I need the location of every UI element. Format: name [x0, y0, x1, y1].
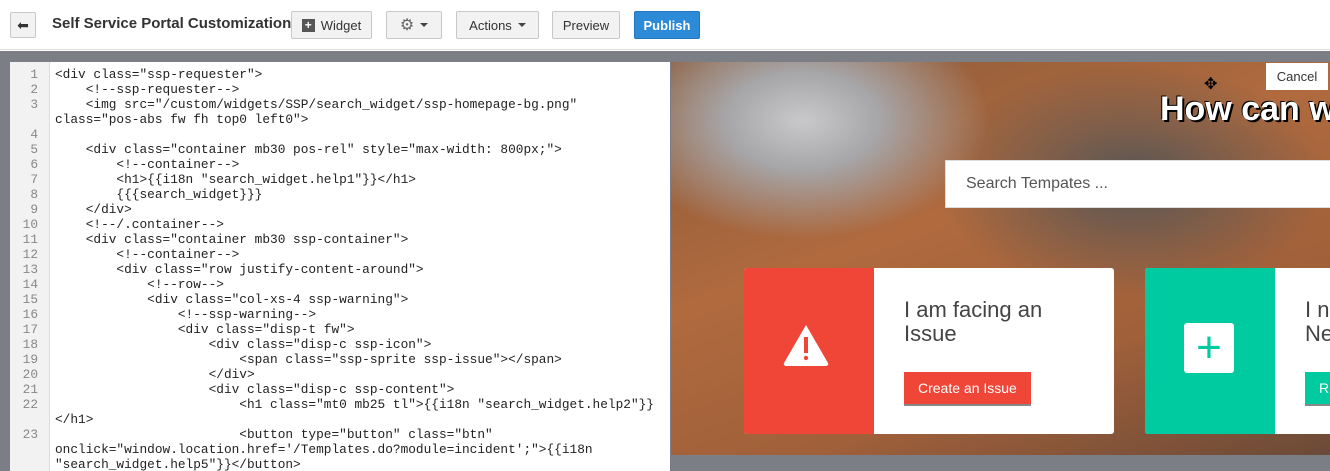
preview-button[interactable]: Preview	[552, 11, 620, 39]
code-text: <!--container-->	[55, 157, 240, 172]
settings-dropdown[interactable]: ⚙	[386, 11, 442, 39]
line-number: 4	[30, 127, 38, 142]
code-text: <!--row-->	[55, 277, 224, 292]
request-card: + I n Ne R	[1145, 268, 1330, 434]
code-text: <div class="container mb30 ssp-container…	[55, 232, 409, 247]
line-number: 6	[30, 157, 38, 172]
line-number: 17	[22, 322, 38, 337]
line-number: 18	[22, 337, 38, 352]
line-number: 1	[30, 67, 38, 82]
chevron-down-icon	[517, 23, 526, 27]
code-text: {{{search_widget}}}	[55, 187, 263, 202]
code-text: <!--container-->	[55, 247, 240, 262]
code-text: <h1>{{i18n "search_widget.help1"}}</h1>	[55, 172, 416, 187]
issue-card: I am facing an Issue Create an Issue	[744, 268, 1114, 434]
line-number: 9	[30, 202, 38, 217]
line-number: 10	[22, 217, 38, 232]
actions-label: Actions	[469, 17, 512, 33]
gear-icon: ⚙	[399, 17, 415, 34]
request-card-title: I n Ne	[1305, 297, 1330, 346]
code-text: <div class="disp-c ssp-icon">	[55, 337, 432, 352]
code-text: <h1 class="mt0 mb25 tl">{{i18n "search_w…	[55, 397, 654, 412]
line-number: 5	[30, 142, 38, 157]
line-number: 7	[30, 172, 38, 187]
issue-card-title: I am facing an Issue	[904, 297, 1043, 346]
publish-button[interactable]: Publish	[634, 11, 700, 39]
code-text: <button type="button" class="btn"	[55, 427, 493, 442]
chevron-down-icon	[420, 23, 429, 27]
code-text: <div class="col-xs-4 ssp-warning">	[55, 292, 409, 307]
line-number: 22	[22, 397, 38, 412]
line-number: 23	[22, 427, 38, 442]
issue-card-icon-panel	[744, 268, 874, 434]
request-card-icon-panel: +	[1145, 268, 1275, 434]
line-number: 12	[22, 247, 38, 262]
line-number: 11	[22, 232, 38, 247]
code-text: "search_widget.help5"}}</button>	[55, 457, 301, 471]
code-text: <!--ssp-requester-->	[55, 82, 240, 97]
line-number: 21	[22, 382, 38, 397]
search-templates-input[interactable]: Search Tempates ...	[945, 160, 1330, 208]
line-number: 14	[22, 277, 38, 292]
code-text: <div class="ssp-requester">	[55, 67, 263, 82]
cancel-button[interactable]: Cancel	[1266, 63, 1328, 90]
request-button[interactable]: R	[1305, 372, 1330, 404]
code-editor[interactable]: 1 <div class="ssp-requester"> 2 <!--ssp-re…	[10, 62, 670, 471]
plus-icon: +	[1184, 323, 1234, 373]
widget-label: Widget	[320, 17, 362, 33]
code-text: </div>	[55, 367, 255, 382]
preview-heading: How can we	[1160, 90, 1330, 128]
plus-square-icon: +	[301, 18, 315, 32]
line-number: 19	[22, 352, 38, 367]
code-text: <span class="ssp-sprite ssp-issue"></spa…	[55, 352, 562, 367]
toolbar: ⬅ Self Service Portal Customization + Wi…	[0, 0, 1330, 50]
code-text: <div class="disp-c ssp-content">	[55, 382, 455, 397]
add-widget-button[interactable]: + Widget	[291, 11, 372, 39]
create-issue-button[interactable]: Create an Issue	[904, 372, 1031, 404]
code-text: <!--ssp-warning-->	[55, 307, 317, 322]
actions-dropdown[interactable]: Actions	[456, 11, 539, 39]
back-button[interactable]: ⬅	[10, 12, 36, 38]
code-text: onclick="window.location.href='/Template…	[55, 442, 593, 457]
line-number: 15	[22, 292, 38, 307]
code-text: <div class="container mb30 pos-rel" styl…	[55, 142, 562, 157]
code-text: <div class="row justify-content-around">	[55, 262, 424, 277]
line-number: 20	[22, 367, 38, 382]
warning-icon	[783, 325, 829, 366]
line-number: 2	[30, 82, 38, 97]
code-text: </div>	[55, 202, 132, 217]
widget-preview: ✥ Cancel How can we Search Tempates ... …	[671, 62, 1330, 455]
line-number: 3	[30, 97, 38, 112]
line-number: 13	[22, 262, 38, 277]
page-title: Self Service Portal Customization	[52, 15, 292, 32]
code-text: <div class="disp-t fw">	[55, 322, 355, 337]
line-number: 8	[30, 187, 38, 202]
line-number: 16	[22, 307, 38, 322]
code-text: <!--/.container-->	[55, 217, 224, 232]
code-text: </h1>	[55, 412, 94, 427]
code-text: <img src="/custom/widgets/SSP/search_wid…	[55, 97, 578, 112]
code-text: class="pos-abs fw fh top0 left0">	[55, 112, 309, 127]
